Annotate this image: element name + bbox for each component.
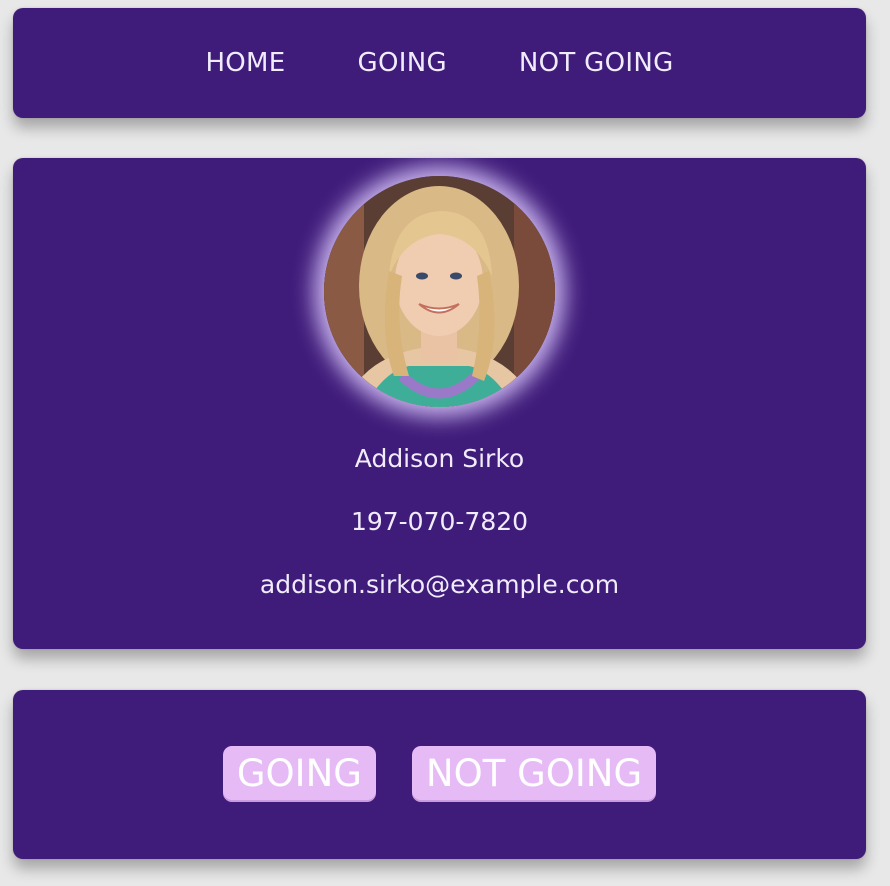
action-card: GOING NOT GOING (13, 690, 866, 859)
nav-going-link[interactable]: GOING (358, 48, 447, 78)
contact-name: Addison Sirko (354, 444, 525, 473)
contact-email: addison.sirko@example.com (259, 570, 620, 599)
going-button[interactable]: GOING (222, 746, 376, 802)
not-going-button[interactable]: NOT GOING (411, 746, 657, 802)
person-photo-icon (324, 176, 555, 407)
contact-phone: 197-070-7820 (350, 507, 529, 536)
nav-not-going-link[interactable]: NOT GOING (519, 48, 674, 78)
rsvp-actions: GOING NOT GOING (13, 746, 866, 802)
profile-card: Addison Sirko 197-070-7820 addison.sirko… (13, 158, 866, 649)
nav-links: HOME GOING NOT GOING (13, 8, 866, 118)
nav-bar: HOME GOING NOT GOING (13, 8, 866, 118)
avatar (324, 176, 555, 407)
avatar-glow (324, 176, 555, 407)
nav-home-link[interactable]: HOME (205, 48, 285, 78)
